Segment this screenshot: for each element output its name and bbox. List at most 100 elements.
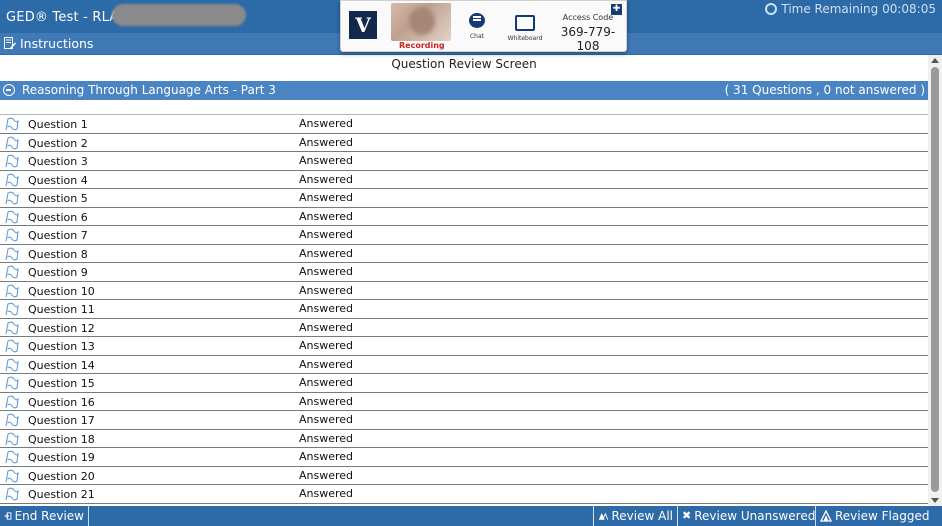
question-label[interactable]: Question 21: [28, 486, 95, 503]
question-status: Answered: [299, 376, 354, 389]
scroll-up-icon[interactable]: [931, 58, 939, 63]
access-code-value: 369-779-108: [560, 25, 616, 53]
flag-outline-icon[interactable]: [5, 487, 19, 501]
question-row[interactable]: Question 18 Answered: [0, 430, 928, 448]
scroll-down-icon[interactable]: [931, 498, 939, 503]
question-row[interactable]: Question 3 Answered: [0, 152, 928, 171]
question-row[interactable]: Question 16 Answered: [0, 393, 928, 411]
question-row[interactable]: Question 17 Answered: [0, 411, 928, 430]
question-row[interactable]: Question 15 Answered: [0, 374, 928, 393]
question-label[interactable]: Question 4: [28, 172, 88, 189]
question-status: Answered: [299, 320, 354, 334]
question-label[interactable]: Question 8: [28, 246, 88, 263]
question-row[interactable]: Question 5 Answered: [0, 189, 928, 208]
question-row[interactable]: Question 20 Answered: [0, 467, 928, 485]
question-row[interactable]: Question 6 Answered: [0, 208, 928, 226]
flag-outline-icon[interactable]: [5, 154, 19, 168]
chat-label: Chat: [469, 33, 485, 40]
question-status: Answered: [299, 209, 354, 223]
collapse-icon[interactable]: [3, 84, 15, 96]
question-row[interactable]: Question 11 Answered: [0, 300, 928, 319]
flag-outline-icon[interactable]: [5, 469, 19, 483]
question-label[interactable]: Question 14: [28, 357, 95, 374]
question-row[interactable]: Question 8 Answered: [0, 245, 928, 263]
flag-outline-icon[interactable]: [5, 358, 19, 372]
flag-outline-icon[interactable]: [5, 321, 19, 335]
question-status: Answered: [299, 135, 354, 149]
question-list: Question 1 Answered Question 2 Answered Ques…: [0, 114, 928, 506]
flag-outline-icon[interactable]: [5, 284, 19, 298]
time-remaining: Time Remaining 00:08:05: [765, 2, 936, 16]
review-all-button[interactable]: Review All: [593, 506, 677, 526]
question-label[interactable]: Question 20: [28, 468, 95, 485]
question-label[interactable]: Question 1: [28, 116, 88, 133]
flag-outline-icon[interactable]: [5, 265, 19, 279]
flag-outline-icon[interactable]: [5, 228, 19, 242]
question-row[interactable]: Question 21 Answered: [0, 485, 928, 504]
question-row[interactable]: Question 2 Answered: [0, 134, 928, 152]
expand-icon[interactable]: ✚: [611, 4, 622, 15]
question-label[interactable]: Question 10: [28, 283, 95, 300]
flag-outline-icon[interactable]: [5, 395, 19, 409]
end-review-label: End Review: [14, 509, 84, 523]
question-status: Answered: [299, 357, 354, 371]
question-label[interactable]: Question 7: [28, 227, 88, 244]
question-label[interactable]: Question 5: [28, 190, 88, 207]
question-label[interactable]: Question 6: [28, 209, 88, 226]
chat-button[interactable]: Chat: [466, 13, 488, 40]
chat-icon: [469, 13, 485, 28]
flag-outline-icon[interactable]: [5, 302, 19, 316]
question-row[interactable]: Question 19 Answered: [0, 448, 928, 467]
flag-outline-icon[interactable]: [5, 191, 19, 205]
scrollbar-thumb[interactable]: [931, 67, 939, 492]
question-status: Answered: [299, 246, 354, 260]
document-edit-icon: [4, 37, 16, 50]
question-label[interactable]: Question 3: [28, 153, 88, 170]
question-row[interactable]: Question 12 Answered: [0, 319, 928, 337]
question-label[interactable]: Question 17: [28, 412, 95, 429]
question-label[interactable]: Question 15: [28, 375, 95, 392]
question-label[interactable]: Question 9: [28, 264, 88, 281]
access-code: Access Code 369-779-108: [553, 13, 623, 53]
question-row[interactable]: Question 9 Answered: [0, 263, 928, 282]
flag-outline-icon[interactable]: [5, 210, 19, 224]
section-summary: ( 31 Questions , 0 not answered ): [724, 83, 925, 97]
question-label[interactable]: Question 18: [28, 431, 95, 448]
question-label[interactable]: Question 12: [28, 320, 95, 337]
flag-outline-icon[interactable]: [5, 136, 19, 150]
question-row[interactable]: Question 14 Answered: [0, 356, 928, 374]
question-row[interactable]: Question 13 Answered: [0, 337, 928, 356]
flag-outline-icon[interactable]: [5, 413, 19, 427]
question-status: Answered: [299, 468, 354, 482]
question-status: Answered: [299, 228, 354, 241]
question-row[interactable]: Question 4 Answered: [0, 171, 928, 189]
question-row[interactable]: Question 1 Answered: [0, 115, 928, 134]
section-header[interactable]: Reasoning Through Language Arts - Part 3…: [0, 81, 928, 100]
proctor-logo: V: [349, 11, 377, 39]
question-status: Answered: [299, 283, 354, 297]
question-row[interactable]: Question 10 Answered: [0, 282, 928, 300]
flag-outline-icon[interactable]: [5, 117, 19, 131]
question-status: Answered: [299, 117, 354, 130]
flag-outline-icon[interactable]: [5, 450, 19, 464]
question-status: Answered: [299, 450, 354, 463]
test-title: GED® Test - RLA: [6, 10, 119, 25]
question-label[interactable]: Question 11: [28, 301, 95, 318]
flag-outline-icon[interactable]: [5, 247, 19, 261]
question-label[interactable]: Question 13: [28, 338, 95, 355]
whiteboard-button[interactable]: Whiteboard: [506, 15, 544, 42]
review-unanswered-button[interactable]: ✖ Review Unanswered: [677, 506, 815, 526]
review-flagged-button[interactable]: Review Flagged: [815, 506, 942, 526]
end-review-button[interactable]: End Review: [0, 506, 89, 526]
question-label[interactable]: Question 16: [28, 394, 95, 411]
flag-outline-icon[interactable]: [5, 339, 19, 353]
recording-label: Recording: [399, 41, 445, 50]
flag-outline-icon[interactable]: [5, 432, 19, 446]
flag-outline-icon[interactable]: [5, 376, 19, 390]
question-label[interactable]: Question 19: [28, 449, 95, 466]
flag-outline-icon[interactable]: [5, 173, 19, 187]
review-unanswered-label: Review Unanswered: [694, 509, 816, 523]
question-label[interactable]: Question 2: [28, 135, 88, 152]
question-row[interactable]: Question 7 Answered: [0, 226, 928, 245]
vertical-scrollbar[interactable]: [928, 55, 942, 506]
